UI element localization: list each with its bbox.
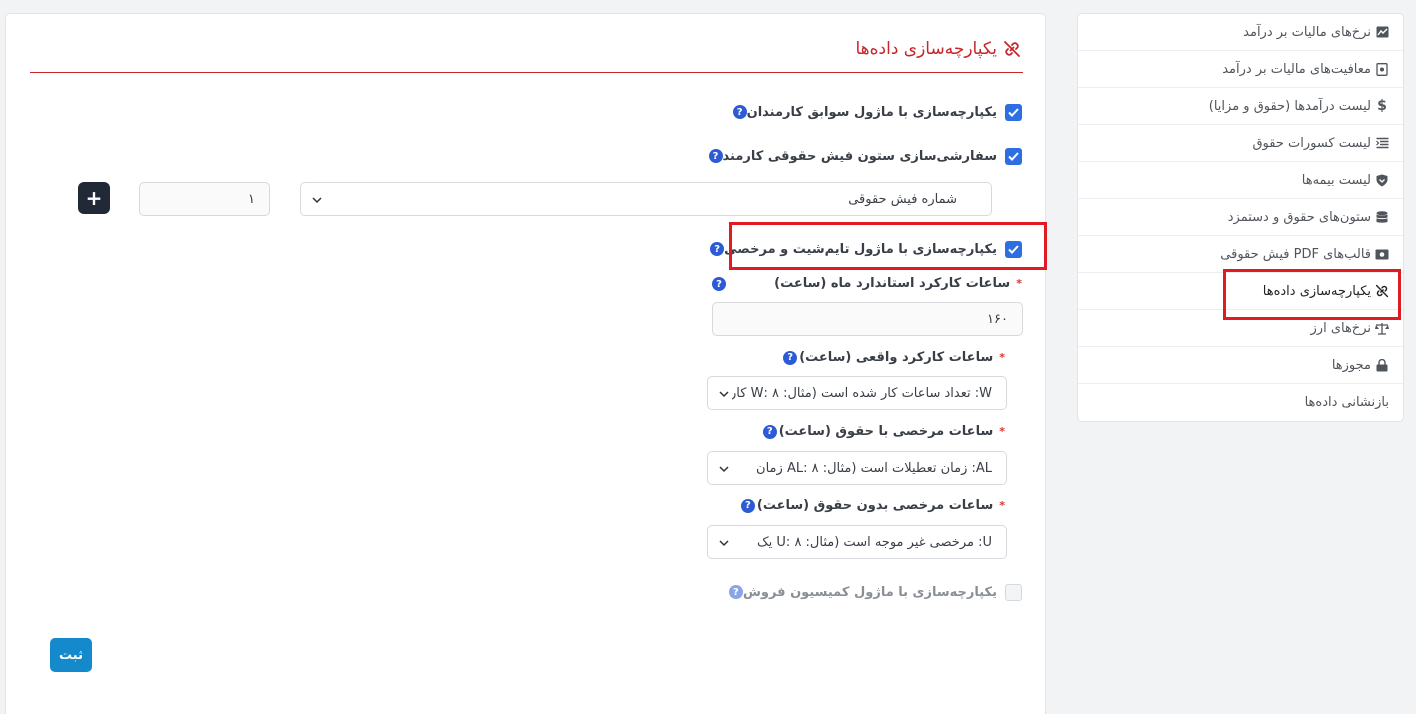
paid-leave-label-text: ساعات مرخصی با حقوق (ساعت) — [778, 424, 994, 439]
sidebar-item-label: لیست کسورات حقوق — [1252, 135, 1371, 151]
help-icon[interactable]: ? — [712, 277, 726, 291]
standard-hours-input[interactable]: ۱۶۰ — [712, 302, 1023, 336]
help-icon[interactable]: ? — [708, 149, 723, 163]
list-icon — [1375, 136, 1389, 150]
sidebar-item-earnings-list[interactable]: $ لیست درآمدها (حقوق و مزایا) — [1078, 88, 1403, 125]
paid-leave-label: * ساعات مرخصی با حقوق (ساعت) ? — [762, 424, 1005, 439]
payslip-column-checkbox[interactable] — [1005, 147, 1022, 165]
shield-icon — [1375, 173, 1389, 187]
sidebar-item-pdf-templates[interactable]: قالب‌های PDF فیش حقوقی — [1078, 236, 1403, 273]
required-mark: * — [1016, 277, 1022, 290]
sidebar-item-label: لیست بیمه‌ها — [1301, 172, 1371, 188]
sales-commission-label: یکپارچه‌سازی با ماژول کمیسیون فروش — [742, 584, 997, 600]
submit-button[interactable]: ثبت — [50, 638, 92, 672]
timesheet-highlight-box — [729, 222, 1047, 270]
help-icon[interactable]: ? — [710, 242, 725, 256]
sidebar-item-label: قالب‌های PDF فیش حقوقی — [1220, 246, 1371, 262]
paid-leave-select[interactable]: AL: زمان تعطیلات است (مثال: ۸ :AL زمان — [707, 451, 1007, 485]
help-icon[interactable]: ? — [732, 105, 747, 119]
sidebar-highlight-box — [1223, 269, 1401, 320]
standard-hours-label: * ساعات کارکرد استاندارد ماه (ساعت) — [774, 276, 1022, 291]
chevron-down-icon — [718, 463, 730, 479]
sidebar-item-label: نرخ‌های مالیات بر درآمد — [1243, 24, 1371, 40]
actual-hours-value: W: تعداد ساعات کار شده است (مثال: ۸ :W ک… — [732, 385, 992, 401]
employee-records-label: یکپارچه‌سازی با ماژول سوابق کارمندان — [746, 104, 997, 120]
actual-hours-select[interactable]: W: تعداد ساعات کار شده است (مثال: ۸ :W ک… — [707, 376, 1007, 410]
chevron-down-icon — [718, 537, 730, 553]
card-title-text: یکپارچه‌سازی داده‌ها — [855, 39, 997, 59]
sidebar-item-insurance-list[interactable]: لیست بیمه‌ها — [1078, 162, 1403, 199]
title-divider — [30, 72, 1023, 73]
required-mark: * — [999, 425, 1005, 438]
sidebar-item-deductions-list[interactable]: لیست کسورات حقوق — [1078, 125, 1403, 162]
sales-commission-row[interactable]: یکپارچه‌سازی با ماژول کمیسیون فروش ? — [728, 580, 1022, 604]
receipt-icon — [1375, 62, 1389, 76]
paid-leave-value: AL: زمان تعطیلات است (مثال: ۸ :AL زمان — [756, 460, 992, 476]
payslip-column-select-value: شماره فیش حقوقی — [848, 191, 957, 207]
sidebar-item-income-tax-rates[interactable]: نرخ‌های مالیات بر درآمد — [1078, 14, 1403, 51]
money-icon — [1375, 247, 1389, 261]
sidebar-item-reset-data[interactable]: بازنشانی داده‌ها — [1078, 384, 1403, 421]
unpaid-leave-value: U: مرخصی غیر موجه است (مثال: ۸ :U یک — [757, 534, 992, 550]
sidebar-item-label: ستون‌های حقوق و دستمزد — [1227, 209, 1371, 225]
employee-records-checkbox[interactable] — [1005, 103, 1022, 121]
required-mark: * — [999, 351, 1005, 364]
employee-records-integration-row[interactable]: یکپارچه‌سازی با ماژول سوابق کارمندان ? — [732, 100, 1022, 124]
required-mark: * — [999, 499, 1005, 512]
chevron-down-icon — [311, 194, 323, 210]
settings-card: یکپارچه‌سازی داده‌ها یکپارچه‌سازی با ماژ… — [5, 13, 1047, 714]
payslip-column-label: سفارشی‌سازی ستون فیش حقوقی کارمند — [722, 148, 997, 164]
sidebar-item-label: معافیت‌های مالیات بر درآمد — [1222, 61, 1371, 77]
sidebar-item-label: لیست درآمدها (حقوق و مزایا) — [1208, 98, 1371, 114]
actual-hours-label: * ساعات کارکرد واقعی (ساعت) ? — [783, 350, 1005, 365]
card-title: یکپارچه‌سازی داده‌ها — [855, 36, 1021, 62]
unpaid-leave-label-text: ساعات مرخصی بدون حقوق (ساعت) — [756, 498, 994, 513]
actual-hours-label-text: ساعات کارکرد واقعی (ساعت) — [799, 350, 994, 365]
sidebar-item-label: بازنشانی داده‌ها — [1304, 395, 1389, 410]
database-icon — [1375, 210, 1389, 224]
add-column-button[interactable]: + — [78, 182, 110, 214]
help-icon[interactable]: ? — [728, 585, 743, 599]
chart-icon — [1375, 25, 1389, 39]
sidebar-item-label: نرخ‌های ارز — [1310, 320, 1371, 336]
standard-hours-value: ۱۶۰ — [987, 311, 1008, 327]
standard-hours-label-text: ساعات کارکرد استاندارد ماه (ساعت) — [774, 276, 1011, 291]
payslip-column-select[interactable]: شماره فیش حقوقی — [300, 182, 992, 216]
sidebar-item-tax-exemptions[interactable]: معافیت‌های مالیات بر درآمد — [1078, 51, 1403, 88]
column-order-value: ۱ — [248, 191, 255, 207]
column-order-input[interactable]: ۱ — [139, 182, 270, 216]
unlink-icon — [1003, 40, 1021, 58]
scale-icon — [1375, 321, 1389, 335]
dollar-icon: $ — [1377, 98, 1387, 114]
sales-commission-checkbox[interactable] — [1005, 583, 1022, 601]
sidebar-item-permissions[interactable]: مجوزها — [1078, 347, 1403, 384]
unpaid-leave-label: * ساعات مرخصی بدون حقوق (ساعت) ? — [740, 498, 1005, 513]
help-icon[interactable]: ? — [740, 498, 755, 513]
unpaid-leave-select[interactable]: U: مرخصی غیر موجه است (مثال: ۸ :U یک — [707, 525, 1007, 559]
help-icon[interactable]: ? — [783, 350, 798, 365]
settings-sidebar: نرخ‌های مالیات بر درآمد معافیت‌های مالیا… — [1077, 13, 1404, 422]
payslip-column-row[interactable]: سفارشی‌سازی ستون فیش حقوقی کارمند ? — [708, 144, 1022, 168]
help-icon[interactable]: ? — [762, 424, 777, 439]
sidebar-item-label: مجوزها — [1331, 357, 1371, 373]
sidebar-item-payroll-columns[interactable]: ستون‌های حقوق و دستمزد — [1078, 199, 1403, 236]
lock-icon — [1375, 358, 1389, 372]
chevron-down-icon — [718, 388, 730, 404]
